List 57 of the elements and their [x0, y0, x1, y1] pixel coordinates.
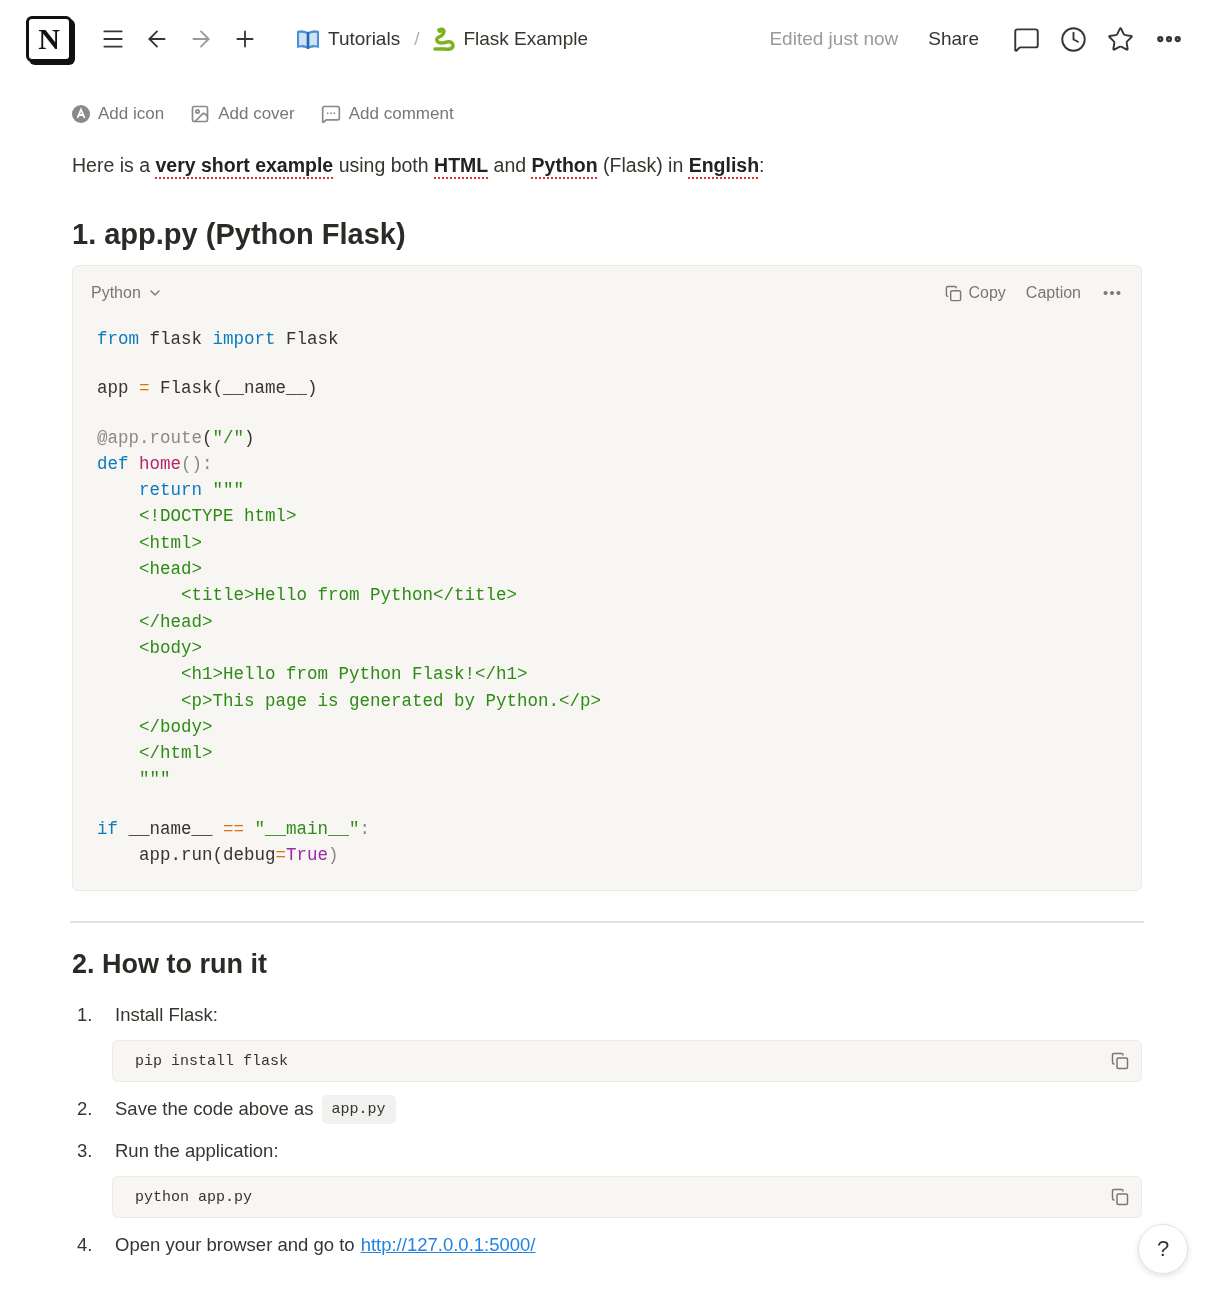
code-line: return """: [138, 479, 246, 503]
step-text: Run the application:: [115, 1140, 279, 1163]
code-line: <h1>Hello from Python Flask!</h1>: [180, 663, 529, 687]
copy-icon[interactable]: [1111, 1188, 1129, 1207]
list-number: 3.: [76, 1140, 94, 1163]
list-number: 1.: [76, 1004, 94, 1027]
page-action-button[interactable]: Add icon: [72, 104, 165, 124]
step-text: Open your browser and go to: [115, 1234, 355, 1257]
image-icon: [190, 104, 211, 124]
section-heading: 1. app.py (Python Flask): [72, 218, 407, 251]
share-button[interactable]: Share: [928, 28, 979, 50]
help-button[interactable]: ?: [1138, 1224, 1188, 1274]
letter-a-icon: [72, 105, 90, 123]
command-text: pip install flask: [135, 1052, 290, 1070]
book-icon: [296, 28, 320, 50]
code-line: <body>: [138, 636, 204, 660]
star-icon[interactable]: [1107, 25, 1134, 53]
code-line: if __name__ == "__main__":: [97, 817, 372, 841]
snake-icon: [433, 27, 456, 51]
caption-button[interactable]: Caption: [1025, 284, 1081, 302]
step-text: Install Flask:: [115, 1004, 218, 1027]
code-line: </html>: [138, 742, 214, 766]
code-line: <p>This page is generated by Python.</p>: [180, 689, 603, 713]
code-line: <title>Hello from Python</title>: [180, 584, 519, 608]
page-action-button[interactable]: Add cover: [190, 104, 295, 124]
code-line: </body>: [138, 715, 214, 739]
code-line: app.run(debug=True): [138, 844, 340, 868]
notion-logo[interactable]: N: [26, 16, 72, 62]
section-heading: 2. How to run it: [72, 949, 268, 981]
code-line: """: [138, 768, 172, 792]
code-line: def home():: [97, 452, 214, 476]
code-line: <head>: [138, 558, 204, 582]
page-action-button[interactable]: Add comment: [320, 104, 454, 124]
list-number: 2.: [76, 1098, 94, 1121]
comment-icon: [320, 104, 341, 124]
edited-status: Edited just now: [769, 28, 899, 50]
url-link[interactable]: http://127.0.0.1:5000/: [360, 1234, 536, 1257]
code-line: app = Flask(__name__): [97, 377, 319, 401]
copy-button[interactable]: Copy: [945, 284, 1006, 302]
intro-paragraph: Here is a very short example using both HTML and Python (Flask) in English:: [72, 153, 766, 178]
code-line: from flask import Flask: [97, 328, 340, 351]
clock-icon[interactable]: [1060, 25, 1087, 53]
language-selector[interactable]: Python: [91, 284, 163, 302]
step-text: Save the code above as: [115, 1098, 314, 1121]
breadcrumb-link[interactable]: Flask Example: [433, 27, 589, 51]
code-line: <!DOCTYPE html>: [138, 505, 298, 529]
copy-icon[interactable]: [1111, 1052, 1129, 1071]
comment-icon[interactable]: [1013, 25, 1040, 53]
code-line: </head>: [138, 610, 214, 634]
list-number: 4.: [76, 1234, 94, 1257]
code-line: @app.route("/"): [97, 426, 256, 450]
breadcrumb-separator: /: [414, 28, 420, 50]
code-line: <html>: [138, 531, 204, 555]
inline-code: app.py: [321, 1094, 396, 1124]
command-text: python app.py: [135, 1188, 254, 1206]
breadcrumb-link[interactable]: Tutorials: [296, 28, 401, 50]
copy-icon: [945, 284, 963, 302]
